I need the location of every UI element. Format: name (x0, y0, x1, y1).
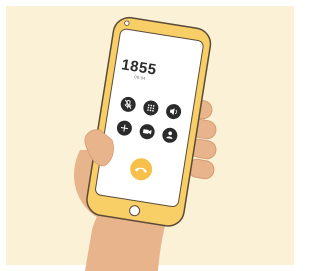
illustration-canvas (6, 6, 294, 271)
keypad-icon (147, 104, 155, 112)
phone-call-illustration: 1855 00:04 (0, 0, 300, 271)
camera-icon (124, 20, 130, 26)
